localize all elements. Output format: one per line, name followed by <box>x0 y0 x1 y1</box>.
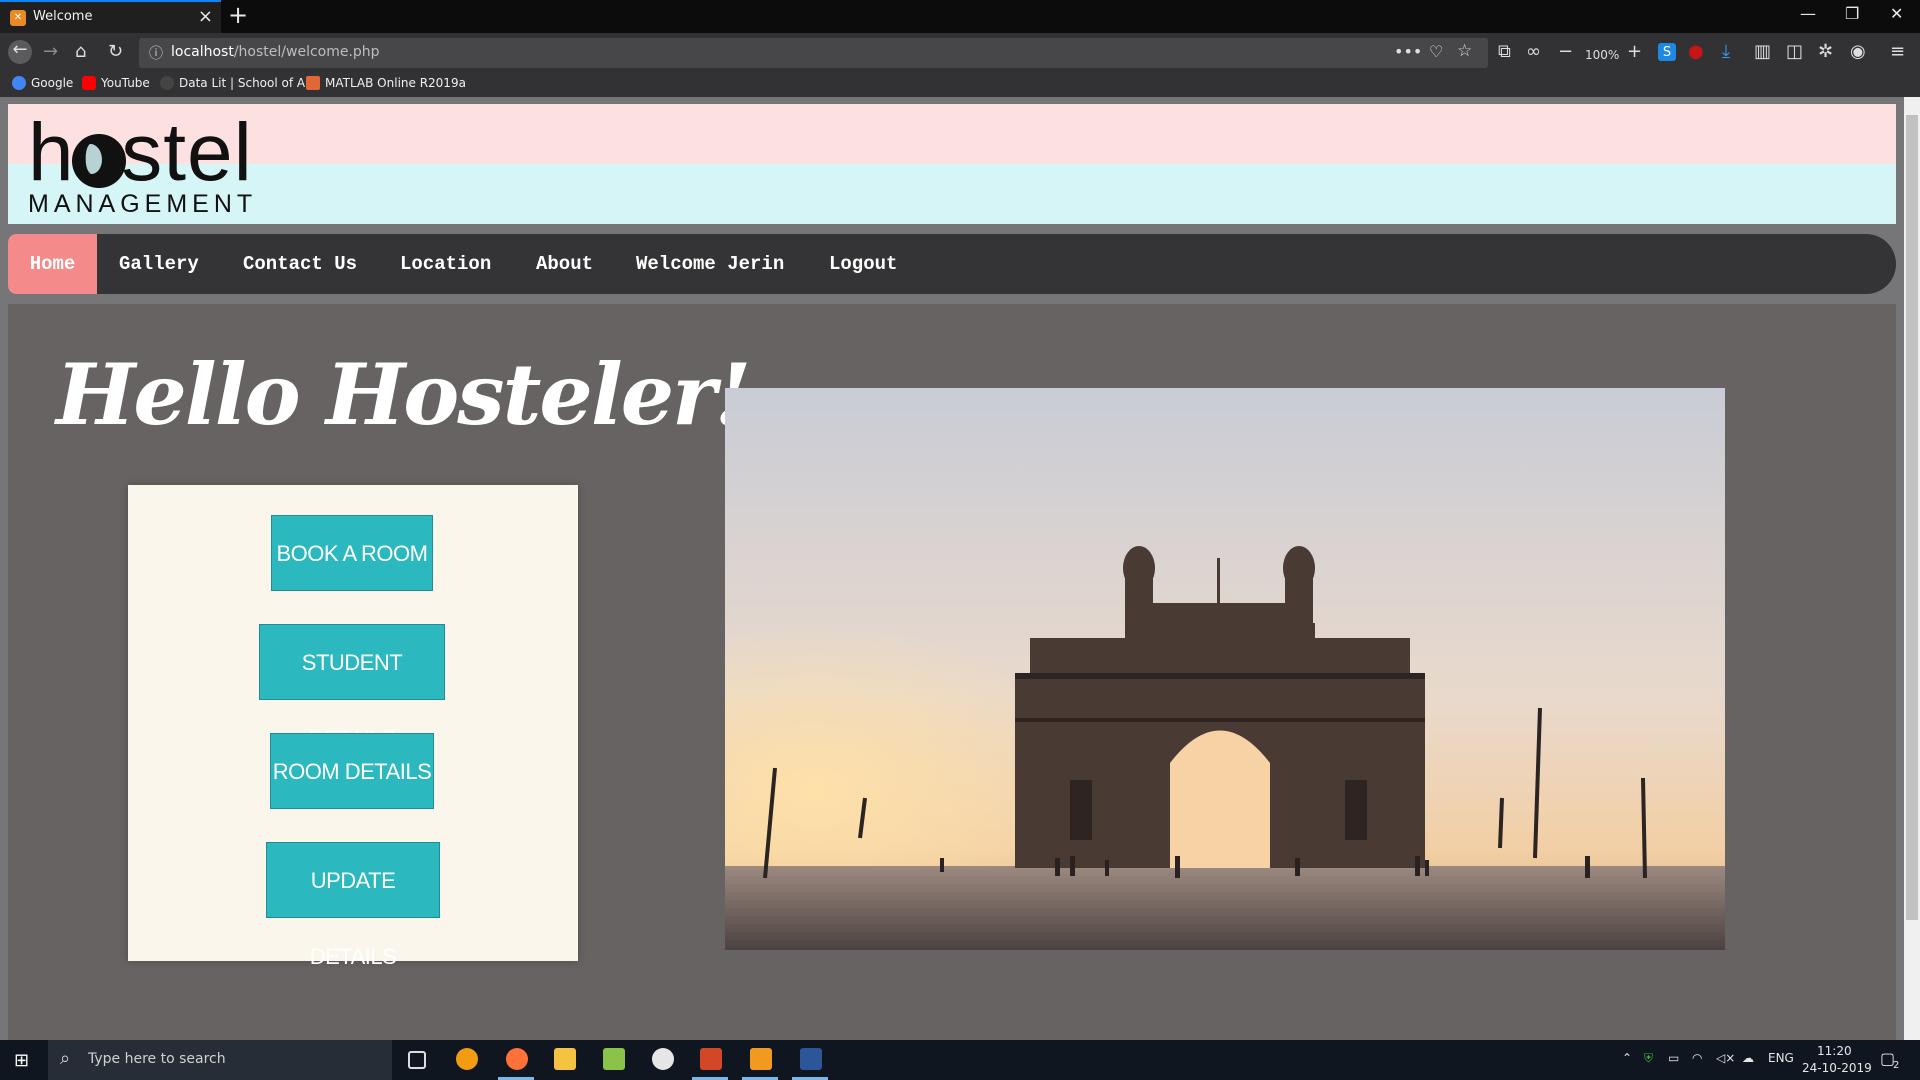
notification-count: 2 <box>1893 1060 1900 1071</box>
bookmark-google[interactable]: Google <box>12 76 73 90</box>
nav-logout[interactable]: Logout <box>829 234 897 294</box>
language-indicator[interactable]: ENG <box>1768 1051 1794 1065</box>
nav-contact-us[interactable]: Contact Us <box>243 234 357 294</box>
library-icon[interactable]: ▥ <box>1754 42 1771 62</box>
volume-muted-icon[interactable]: ◁× <box>1716 1051 1735 1065</box>
matlab-icon <box>306 76 320 90</box>
taskbar-search[interactable]: ⌕ Type here to search <box>48 1040 392 1080</box>
action-panel: BOOK A ROOM STUDENT DETAILS ROOM DETAILS… <box>128 485 578 969</box>
download-icon[interactable]: ⤓ <box>1722 42 1730 62</box>
word-icon[interactable] <box>790 1044 830 1080</box>
home-icon[interactable]: ⌂ <box>75 42 86 62</box>
private-mask-icon[interactable]: ∞ <box>1526 42 1541 62</box>
battery-icon[interactable]: ▭ <box>1668 1051 1679 1065</box>
bookmarks-toolbar: Google YouTube Data Lit | School of AI M… <box>0 73 1920 97</box>
onedrive-icon[interactable]: ☁ <box>1742 1051 1754 1065</box>
steam-icon[interactable] <box>642 1044 682 1076</box>
url-text[interactable]: localhost/hostel/welcome.php <box>171 44 380 60</box>
powerpoint-icon[interactable] <box>690 1044 730 1080</box>
defender-icon[interactable]: ⛨ <box>1644 1051 1653 1066</box>
room-details-button[interactable]: ROOM DETAILS <box>270 733 434 809</box>
bookmark-matlab[interactable]: MATLAB Online R2019a <box>306 76 466 90</box>
zoom-level[interactable]: 100% <box>1585 45 1619 65</box>
close-window-icon[interactable]: ✕ <box>1890 4 1903 23</box>
windows-start-icon[interactable]: ⊞ <box>14 1050 29 1071</box>
school-of-ai-icon <box>160 76 174 90</box>
bookmark-data-lit[interactable]: Data Lit | School of AI <box>160 76 309 90</box>
sidebar-icon[interactable]: ◫ <box>1786 42 1803 62</box>
tab-welcome[interactable]: ✕ Welcome × <box>0 0 221 33</box>
sublime-icon[interactable] <box>740 1044 780 1080</box>
header-band-top <box>8 104 1896 164</box>
xampp-favicon-icon: ✕ <box>10 10 26 26</box>
tab-title: Welcome <box>33 9 93 24</box>
minimize-icon[interactable]: — <box>1800 4 1816 23</box>
search-icon: ⌕ <box>60 1048 71 1069</box>
photo-illustration <box>725 388 1725 950</box>
tab-strip: ✕ Welcome × + — ❐ ✕ <box>0 0 1920 33</box>
close-tab-icon[interactable]: × <box>198 6 213 27</box>
bookmark-youtube[interactable]: YouTube <box>82 76 150 90</box>
nav-location[interactable]: Location <box>400 234 491 294</box>
reload-icon[interactable]: ↻ <box>108 42 123 62</box>
account-icon[interactable]: ◉ <box>1850 42 1866 62</box>
scrollbar-thumb[interactable] <box>1906 115 1918 920</box>
main-navbar: Home Gallery Contact Us Location About W… <box>8 234 1896 294</box>
logo-wordmark[interactable]: hostel <box>28 108 253 198</box>
header-band-bottom <box>8 164 1896 224</box>
zoom-in-icon[interactable]: + <box>1627 42 1642 62</box>
file-explorer-icon[interactable] <box>544 1044 584 1076</box>
zoom-out-icon[interactable]: − <box>1558 42 1573 62</box>
search-placeholder: Type here to search <box>88 1051 226 1067</box>
forward-icon[interactable]: → <box>43 42 58 62</box>
youtube-icon <box>82 76 96 90</box>
firefox-icon[interactable] <box>496 1044 536 1080</box>
clock-date[interactable]: 24-10-2019 <box>1802 1061 1872 1075</box>
site-info-icon[interactable]: ⓘ <box>149 43 163 63</box>
site-header: hostel MANAGEMENT <box>8 104 1896 224</box>
hero-title: Hello Hosteler! <box>56 345 751 444</box>
update-details-button[interactable]: UPDATE DETAILS <box>266 842 440 969</box>
task-view-icon[interactable] <box>396 1044 436 1076</box>
bookmark-star-icon[interactable]: ☆ <box>1457 41 1472 61</box>
clock-time[interactable]: 11:20 <box>1817 1044 1852 1058</box>
google-icon <box>12 76 26 90</box>
student-details-button[interactable]: STUDENT DETAILS <box>259 624 445 751</box>
sync-tabs-icon[interactable]: ⧉ <box>1498 42 1511 62</box>
nav-welcome-user[interactable]: Welcome Jerin <box>636 234 784 294</box>
wifi-icon[interactable]: ◠ <box>1692 1051 1702 1065</box>
search-app-icon[interactable] <box>446 1044 486 1076</box>
nav-gallery[interactable]: Gallery <box>119 234 199 294</box>
nav-about[interactable]: About <box>536 234 593 294</box>
tray-chevron-icon[interactable]: ⌃ <box>1622 1051 1632 1065</box>
pocket-icon[interactable]: ♡ <box>1429 42 1443 61</box>
restore-icon[interactable]: ❐ <box>1845 4 1859 23</box>
settings-gear-icon[interactable]: ✲ <box>1818 42 1833 62</box>
page-actions-icon[interactable]: ••• <box>1394 42 1422 61</box>
skype-extension-icon[interactable]: S <box>1658 43 1676 61</box>
address-bar[interactable]: ⓘ localhost/hostel/welcome.php ••• ♡ ☆ <box>139 38 1488 68</box>
nav-home[interactable]: Home <box>8 234 97 294</box>
new-tab-button[interactable]: + <box>228 1 248 29</box>
notepad-app-icon[interactable] <box>593 1044 633 1076</box>
back-icon[interactable]: ← <box>8 40 32 64</box>
ublock-extension-icon[interactable]: ● <box>1688 42 1704 62</box>
logo-subtitle: MANAGEMENT <box>28 190 258 218</box>
book-room-button[interactable]: BOOK A ROOM <box>271 515 433 591</box>
menu-hamburger-icon[interactable]: ≡ <box>1890 42 1905 62</box>
gateway-of-india-photo <box>725 388 1725 950</box>
